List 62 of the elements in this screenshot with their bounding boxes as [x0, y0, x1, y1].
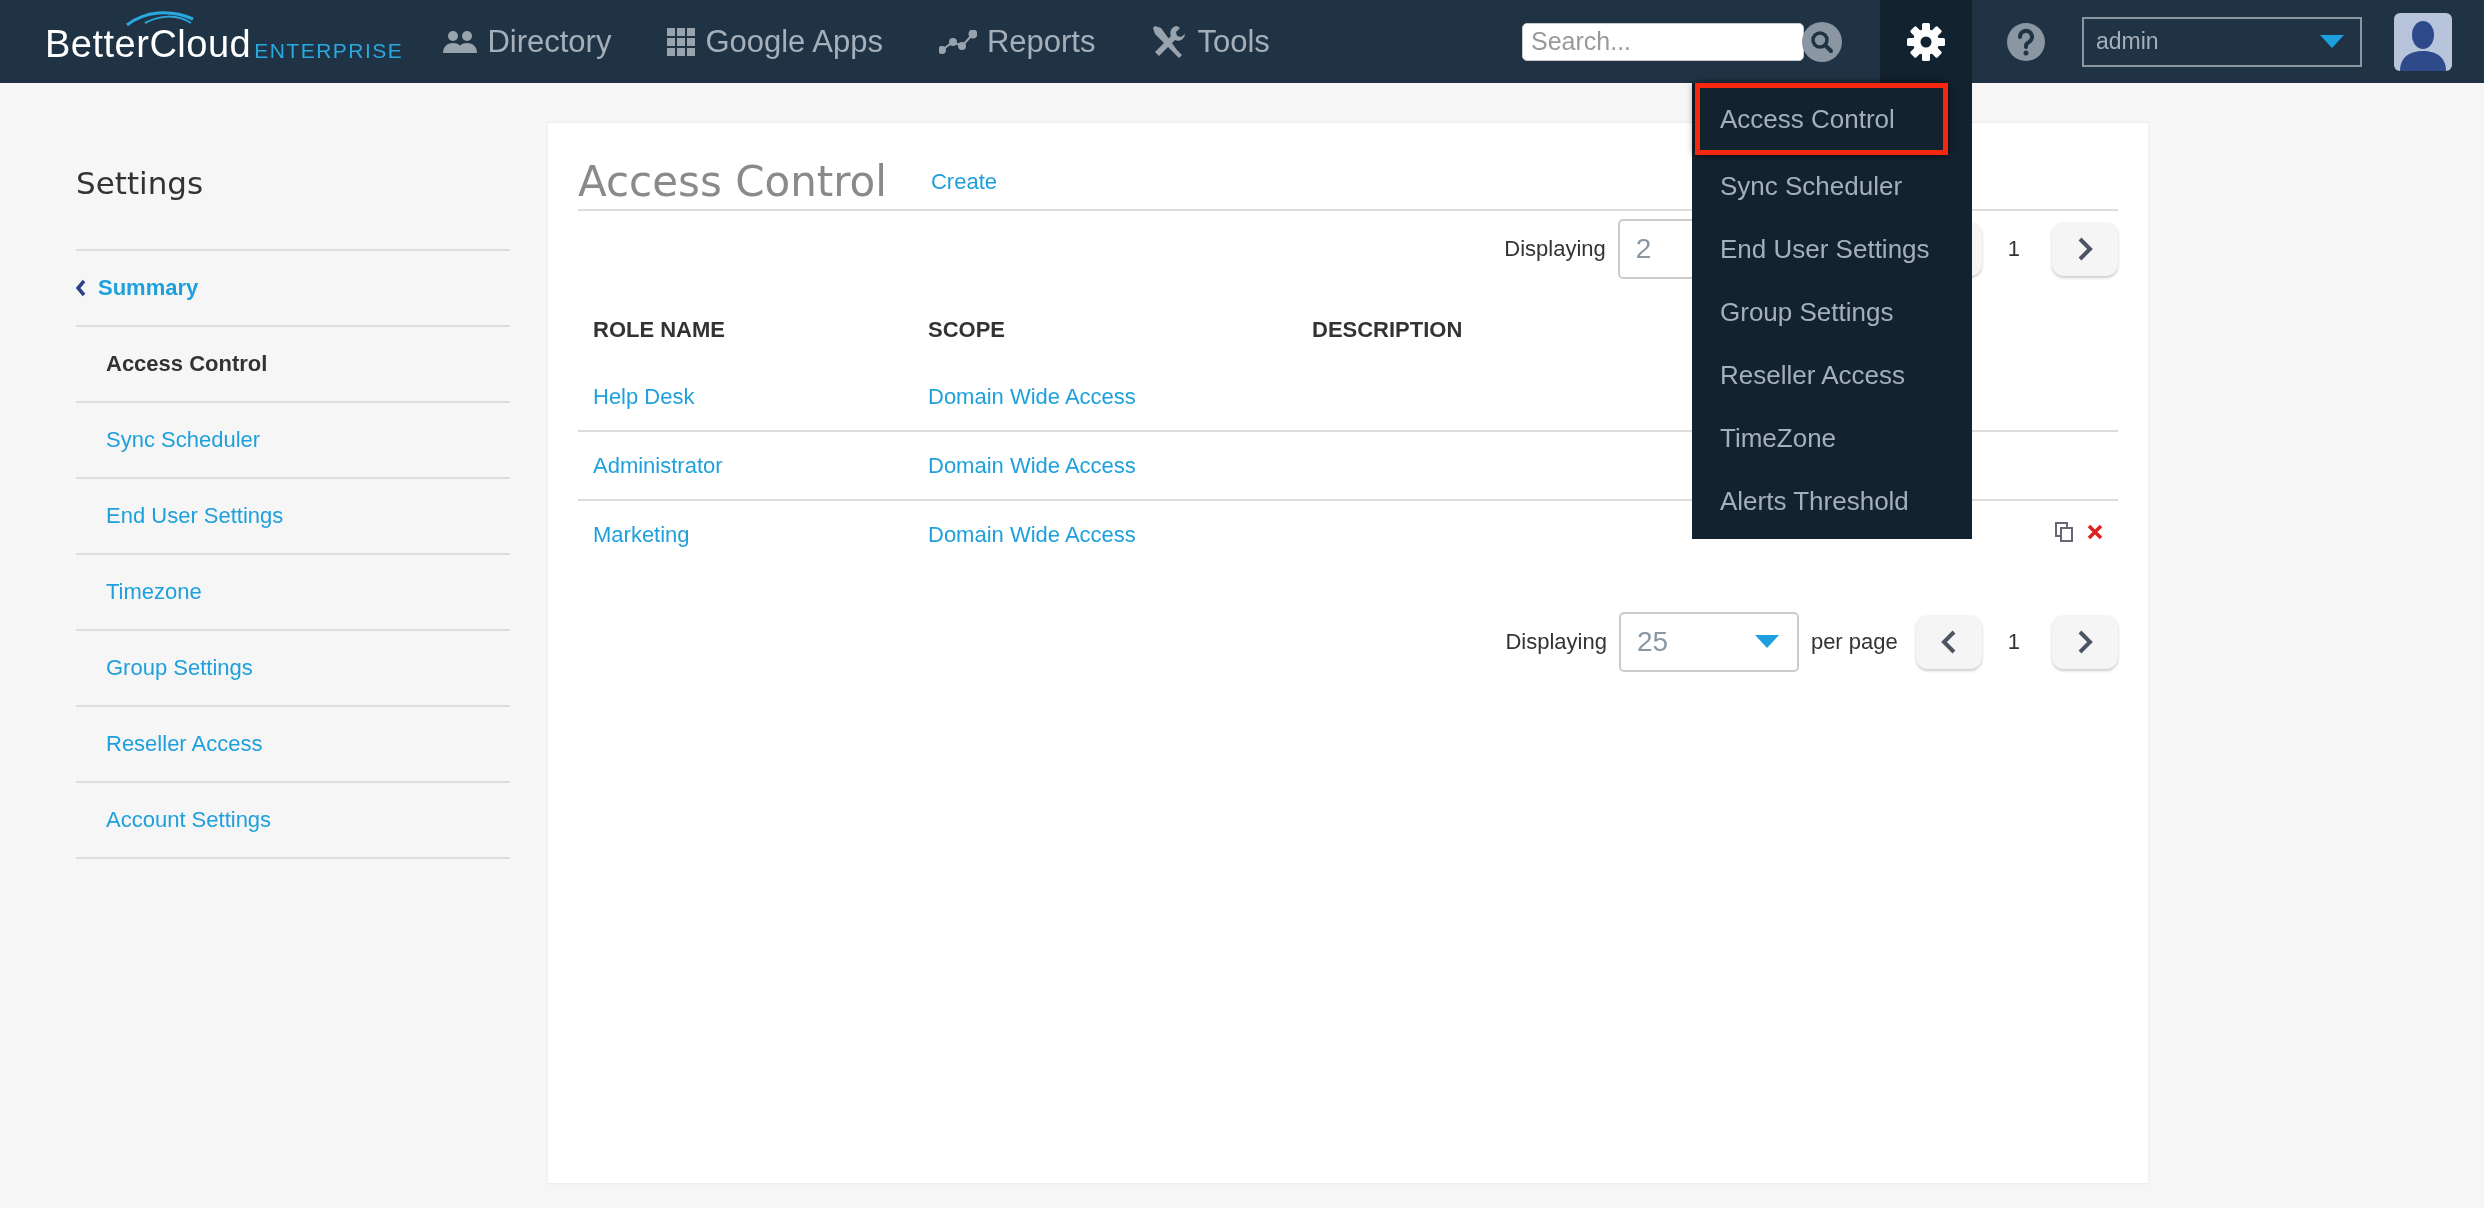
role-link[interactable]: Administrator	[593, 452, 723, 478]
avatar-icon[interactable]	[2394, 12, 2452, 71]
displaying-label: Displaying	[1504, 236, 1606, 262]
nav-link[interactable]: Directory	[443, 19, 612, 64]
sidebar-item[interactable]: Sync Scheduler	[76, 403, 510, 479]
sidebar-item[interactable]: Group Settings	[76, 631, 510, 707]
page-number: 1	[2006, 629, 2021, 655]
logo-name: BetterCloud	[45, 23, 252, 66]
column-header: SCOPE	[928, 317, 1006, 342]
sidebar-item[interactable]: Access Control	[76, 327, 510, 403]
caret-icon	[2320, 34, 2344, 49]
next-page-button[interactable]	[2052, 222, 2118, 276]
page-title: Access Control	[578, 156, 887, 207]
back-link[interactable]: Summary	[98, 275, 199, 301]
chevron-left-icon	[1940, 630, 1957, 654]
delete-icon[interactable]	[2087, 523, 2103, 540]
search-icon[interactable]	[1802, 21, 1842, 62]
role-link[interactable]: Help Desk	[593, 383, 695, 409]
chevron-right-icon	[2077, 237, 2093, 261]
column-header: ROLE NAME	[593, 317, 725, 342]
scope-link[interactable]: Domain Wide Access	[928, 521, 1136, 547]
page-number: 1	[2006, 236, 2021, 262]
tools-icon	[1151, 23, 1188, 60]
page-size-select[interactable]: 25	[1618, 612, 1799, 672]
sidebar-item[interactable]: Reseller Access	[76, 707, 510, 783]
user-select[interactable]: admin	[2082, 16, 2362, 67]
settings-menu-item[interactable]: Access Control	[1695, 83, 1948, 155]
sidebar-title: Settings	[76, 143, 510, 251]
settings-menu-item[interactable]: Reseller Access	[1695, 344, 1948, 407]
create-link[interactable]: Create	[930, 169, 997, 195]
next-page-button[interactable]	[2052, 615, 2118, 669]
settings-menu-item[interactable]: Alerts Threshold	[1695, 470, 1948, 533]
scope-link[interactable]: Domain Wide Access	[928, 383, 1136, 409]
line-graph-icon	[938, 29, 977, 54]
nav-link[interactable]: Tools	[1151, 19, 1270, 64]
sidebar-item[interactable]: Timezone	[76, 555, 510, 631]
settings-menu-item[interactable]: Sync Scheduler	[1695, 155, 1948, 218]
back-chevron-icon	[76, 279, 86, 297]
chevron-right-icon	[2077, 630, 2093, 654]
nav-link[interactable]: Google Apps	[667, 19, 883, 64]
copy-icon[interactable]	[2055, 521, 2073, 542]
nav-link[interactable]: Reports	[938, 19, 1096, 64]
swoosh-icon	[125, 9, 195, 27]
sidebar-item[interactable]: End User Settings	[76, 479, 510, 555]
displaying-label: Displaying	[1505, 629, 1607, 655]
logo-edition: ENTERPRISE	[254, 39, 404, 63]
per-page-label: per page	[1810, 629, 1898, 655]
sidebar-item[interactable]: Account Settings	[76, 783, 510, 859]
role-link[interactable]: Marketing	[593, 521, 690, 547]
previous-page-button[interactable]	[1915, 615, 1982, 669]
people-icon	[443, 28, 478, 55]
settings-icon	[1906, 21, 1946, 62]
grid-icon	[667, 27, 696, 56]
scope-link[interactable]: Domain Wide Access	[928, 452, 1136, 478]
settings-menu-item[interactable]: End User Settings	[1695, 218, 1948, 281]
settings-menu-item[interactable]: Group Settings	[1695, 281, 1948, 344]
column-header: DESCRIPTION	[1312, 317, 1463, 342]
caret-icon	[1754, 635, 1779, 649]
settings-menu-item[interactable]: TimeZone	[1695, 407, 1948, 470]
search-field[interactable]: Search...	[1522, 22, 1804, 61]
settings-button[interactable]	[1880, 0, 1972, 83]
help-icon[interactable]	[2006, 21, 2046, 62]
